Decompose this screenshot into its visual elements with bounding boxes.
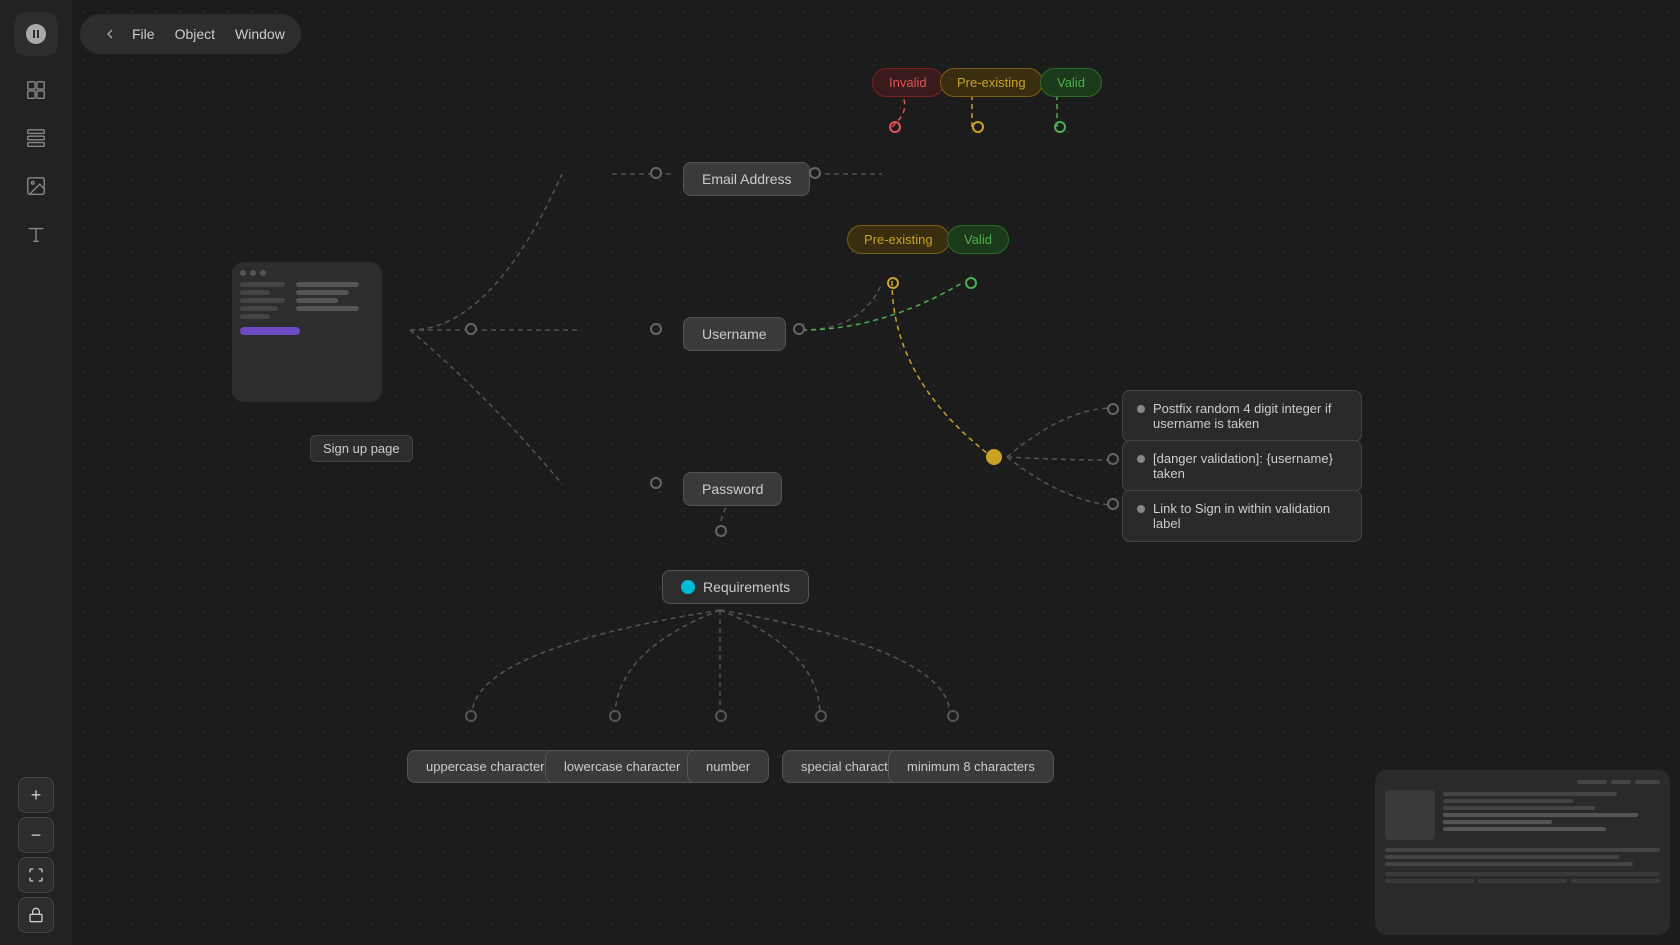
zoom-out-button[interactable]: − (18, 817, 54, 853)
connector-info-3 (1107, 498, 1119, 510)
requirements-node[interactable]: Requirements (662, 570, 809, 604)
back-button[interactable] (96, 20, 124, 48)
junction-dot-valid-username (965, 277, 977, 289)
bullet-icon (1137, 505, 1145, 513)
image-tool[interactable] (14, 164, 58, 208)
password-node[interactable]: Password (683, 472, 782, 506)
email-address-node[interactable]: Email Address (683, 162, 810, 196)
mockup-line (240, 290, 270, 295)
postfix-info-box[interactable]: Postfix random 4 digit integer if userna… (1122, 390, 1362, 442)
requirements-dot (681, 580, 695, 594)
file-menu[interactable]: File (132, 26, 155, 42)
connector-dot-email-in (650, 167, 662, 179)
mockup-line (240, 298, 285, 303)
mockup-dot-2 (250, 270, 256, 276)
junction-dot-preexisting-username (887, 277, 899, 289)
connector-dot-email-out (809, 167, 821, 179)
topbar-menu: File Object Window (132, 26, 285, 42)
connector-info-2 (1107, 453, 1119, 465)
mockup-dot-3 (260, 270, 266, 276)
connector-dot-left (465, 323, 477, 335)
junction-dot-username-taken (986, 449, 1002, 465)
connector-req-4 (815, 710, 827, 722)
number-node[interactable]: number (687, 750, 769, 783)
connector-info-1 (1107, 403, 1119, 415)
sidebar: + − (0, 0, 72, 945)
preexisting-username-badge[interactable]: Pre-existing (847, 225, 950, 254)
mockup-dot-1 (240, 270, 246, 276)
lowercase-node[interactable]: lowercase character (545, 750, 699, 783)
valid-email-badge[interactable]: Valid (1040, 68, 1102, 97)
topbar: File Object Window (80, 14, 301, 54)
fit-screen-button[interactable] (18, 857, 54, 893)
bottom-right-mockup (1375, 770, 1670, 935)
connector-req-1 (465, 710, 477, 722)
mockup-line (296, 306, 359, 311)
zoom-in-button[interactable]: + (18, 777, 54, 813)
mockup-line (296, 282, 359, 287)
lock-button[interactable] (18, 897, 54, 933)
components-tool[interactable] (14, 68, 58, 112)
bullet-icon (1137, 405, 1145, 413)
connector-dot-password-bottom (715, 525, 727, 537)
mockup-line (240, 306, 278, 311)
danger-info-box[interactable]: [danger validation]: {username} taken (1122, 440, 1362, 492)
link-signin-info-box[interactable]: Link to Sign in within validation label (1122, 490, 1362, 542)
app-logo[interactable] (14, 12, 58, 56)
junction-dot-valid-email (1054, 121, 1066, 133)
mockup-line (296, 290, 349, 295)
canvas[interactable]: Sign up page Email Address Invalid Pre-e… (72, 0, 1680, 945)
bullet-icon (1137, 455, 1145, 463)
uppercase-node[interactable]: uppercase character (407, 750, 564, 783)
grid-tool[interactable] (14, 116, 58, 160)
connector-dot-password-in (650, 477, 662, 489)
connector-req-3 (715, 710, 727, 722)
connector-req-2 (609, 710, 621, 722)
text-tool[interactable] (14, 212, 58, 256)
connector-req-5 (947, 710, 959, 722)
mockup-button (240, 327, 300, 335)
junction-dot-preexisting-email (972, 121, 984, 133)
mockup-line (240, 282, 285, 287)
username-node[interactable]: Username (683, 317, 786, 351)
mockup-line (240, 314, 270, 319)
window-menu[interactable]: Window (235, 26, 285, 42)
mockup-line (296, 298, 338, 303)
signup-mockup (232, 262, 382, 402)
preexisting-email-badge[interactable]: Pre-existing (940, 68, 1043, 97)
invalid-badge[interactable]: Invalid (872, 68, 944, 97)
object-menu[interactable]: Object (175, 26, 215, 42)
connector-dot-username-in (650, 323, 662, 335)
signup-page-label[interactable]: Sign up page (310, 435, 413, 462)
minimum-node[interactable]: minimum 8 characters (888, 750, 1054, 783)
valid-username-badge[interactable]: Valid (947, 225, 1009, 254)
junction-dot-invalid (889, 121, 901, 133)
connector-dot-username-out (793, 323, 805, 335)
